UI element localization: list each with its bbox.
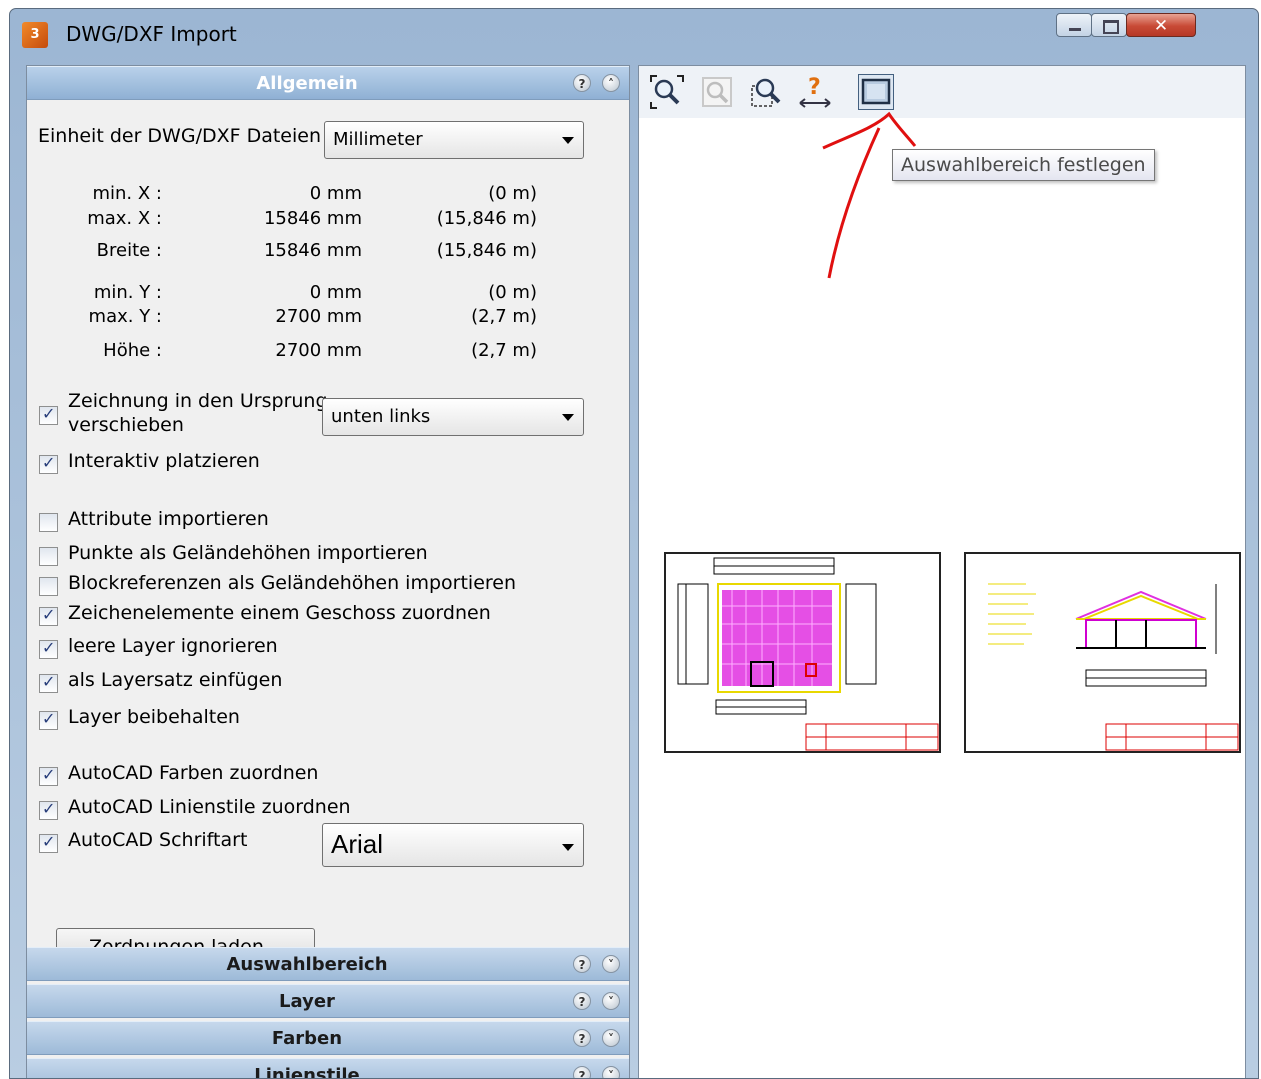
option-label: leere Layer ignorieren [68, 635, 278, 657]
section-title: Linienstile [254, 1065, 360, 1079]
dim-m: (15,846 m) [436, 240, 537, 261]
section-farben[interactable]: Farben ? ˅ [27, 1021, 629, 1055]
section-title: Farben [271, 1028, 343, 1049]
section-layer[interactable]: Layer ? ˅ [27, 984, 629, 1018]
option-checkbox[interactable] [39, 638, 58, 659]
option-checkbox[interactable] [39, 672, 58, 693]
origin-label-1: Zeichnung in den Ursprung [68, 390, 328, 412]
zoom-disabled-icon [702, 77, 732, 107]
dim-m: (2,7 m) [471, 340, 537, 361]
svg-text:?: ? [808, 75, 821, 100]
dim-mm: 2700 mm [275, 306, 362, 327]
measure-icon[interactable]: ? [797, 74, 833, 110]
dim-mm: 15846 mm [263, 240, 362, 261]
section-title: Layer [279, 991, 335, 1012]
chevron-down-icon [562, 844, 574, 851]
section-linienstile[interactable]: Linienstile ? ˅ [27, 1058, 629, 1079]
option-checkbox[interactable] [39, 453, 58, 474]
dim-m: (0 m) [488, 282, 537, 303]
option-label: Layer beibehalten [68, 706, 240, 728]
preview-toolbar: ? [639, 66, 1245, 118]
option-label: Punkte als Geländehöhen importieren [68, 542, 428, 564]
maximize-button[interactable] [1091, 13, 1127, 37]
unit-value: Millimeter [333, 129, 423, 150]
window-title: DWG/DXF Import [66, 22, 237, 46]
origin-value: unten links [331, 406, 431, 427]
dim-m: (15,846 m) [436, 208, 537, 229]
selection-area-button[interactable] [858, 74, 894, 110]
dim-label: Breite : [96, 240, 162, 261]
dim-mm: 0 mm [309, 183, 362, 204]
option-checkbox[interactable] [39, 547, 58, 566]
tooltip: Auswahlbereich festlegen [892, 149, 1155, 181]
option-checkbox[interactable] [39, 709, 58, 730]
close-icon: ✕ [1153, 16, 1169, 36]
option-label: AutoCAD Schriftart [68, 829, 248, 851]
option-label: AutoCAD Linienstile zuordnen [68, 796, 351, 818]
origin-checkbox[interactable] [39, 404, 58, 425]
option-checkbox[interactable] [39, 577, 58, 596]
help-icon[interactable]: ? [573, 955, 591, 973]
section-title: Allgemein [256, 73, 358, 94]
help-icon[interactable]: ? [573, 1029, 591, 1047]
section-drawing [988, 583, 1239, 751]
title-bar[interactable]: 3 DWG/DXF Import ✕ [10, 9, 1258, 59]
selection-area-icon [861, 78, 891, 105]
font-value: Arial [331, 829, 384, 859]
option-label: Interaktiv platzieren [68, 450, 260, 472]
unit-label: Einheit der DWG/DXF Dateien : [38, 125, 334, 147]
dim-label: Höhe : [103, 340, 162, 361]
dim-mm: 0 mm [309, 282, 362, 303]
zoom-all-icon[interactable] [649, 74, 685, 110]
dim-label: min. X : [92, 183, 162, 204]
dim-label: min. Y : [93, 282, 162, 303]
option-checkbox[interactable] [39, 799, 58, 820]
annotation-arrow [822, 111, 917, 279]
minimize-button[interactable] [1056, 13, 1092, 37]
option-checkbox[interactable] [39, 832, 58, 853]
section-auswahlbereich[interactable]: Auswahlbereich ? ˅ [27, 947, 629, 981]
zoom-window-icon[interactable] [749, 74, 785, 110]
close-button[interactable]: ✕ [1126, 13, 1196, 37]
origin-select[interactable]: unten links [322, 398, 584, 436]
help-icon[interactable]: ? [573, 1066, 591, 1078]
dim-label: max. X : [87, 208, 162, 229]
option-label: Blockreferenzen als Geländehöhen importi… [68, 572, 517, 594]
expand-icon[interactable]: ˅ [602, 955, 620, 973]
option-label: als Layersatz einfügen [68, 669, 283, 691]
drawing-sheet-section [964, 552, 1241, 753]
help-icon[interactable]: ? [573, 992, 591, 1010]
collapse-icon[interactable]: ˄ [602, 74, 620, 92]
origin-label-2: verschieben [68, 414, 184, 436]
dim-mm: 15846 mm [263, 208, 362, 229]
help-icon[interactable]: ? [573, 74, 591, 92]
floor-plan-drawing [677, 557, 939, 751]
preview-panel: ? Auswahlbereich festlegen [638, 65, 1246, 1078]
section-title: Auswahlbereich [226, 954, 388, 975]
dim-m: (0 m) [488, 183, 537, 204]
dim-mm: 2700 mm [275, 340, 362, 361]
drawing-sheet-plan [664, 552, 941, 753]
dim-m: (2,7 m) [471, 306, 537, 327]
expand-icon[interactable]: ˅ [602, 1066, 620, 1078]
option-label: AutoCAD Farben zuordnen [68, 762, 319, 784]
expand-icon[interactable]: ˅ [602, 1029, 620, 1047]
expand-icon[interactable]: ˅ [602, 992, 620, 1010]
option-checkbox[interactable] [39, 765, 58, 786]
font-select[interactable]: Arial [322, 823, 584, 867]
option-checkbox[interactable] [39, 513, 58, 532]
dwg-import-window: 3 DWG/DXF Import ✕ Allgemein ? ˄ Einheit… [9, 8, 1259, 1079]
app-icon: 3 [22, 22, 48, 48]
option-label: Zeichenelemente einem Geschoss zuordnen [68, 602, 491, 624]
section-allgemein[interactable]: Allgemein ? ˄ [27, 66, 629, 100]
settings-panel: Allgemein ? ˄ Einheit der DWG/DXF Dateie… [26, 65, 630, 1079]
chevron-down-icon [562, 137, 574, 144]
option-label: Attribute importieren [68, 508, 269, 530]
option-checkbox[interactable] [39, 605, 58, 626]
dim-label: max. Y : [88, 306, 162, 327]
unit-select[interactable]: Millimeter [324, 121, 584, 159]
chevron-down-icon [562, 414, 574, 421]
